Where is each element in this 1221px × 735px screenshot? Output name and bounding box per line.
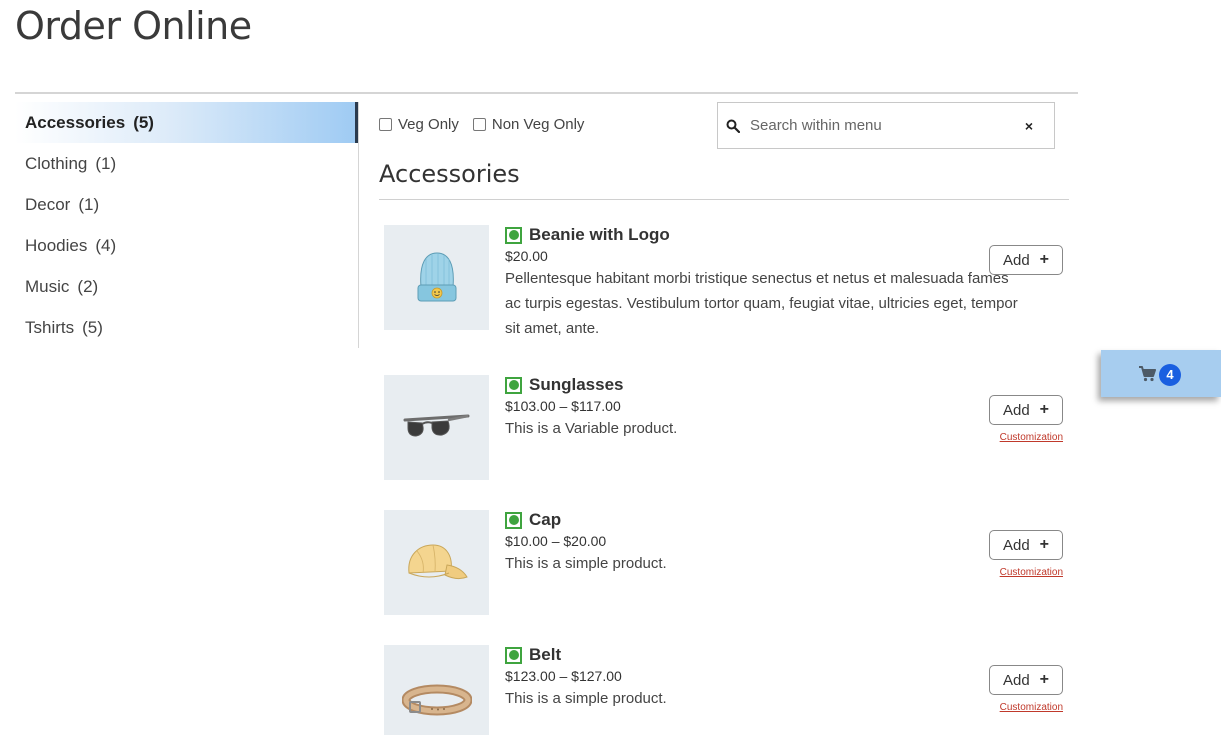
- cart-icon: [1139, 365, 1156, 381]
- plus-icon: +: [1039, 401, 1050, 418]
- sidebar-item-count: (1): [95, 153, 117, 173]
- non-veg-only-label: Non Veg Only: [491, 116, 585, 133]
- sidebar-item-count: (2): [77, 276, 99, 296]
- floating-cart-button[interactable]: 4: [1101, 350, 1221, 397]
- veg-indicator-icon: [505, 376, 522, 394]
- product-name[interactable]: Belt: [529, 645, 561, 665]
- product-name[interactable]: Sunglasses: [529, 375, 624, 395]
- sidebar-item-music[interactable]: Music (2): [15, 266, 358, 307]
- sidebar-item-label: Tshirts: [25, 317, 75, 337]
- sidebar-item-label: Clothing: [25, 153, 88, 173]
- product-description: Pellentesque habitant morbi tristique se…: [505, 270, 1018, 337]
- sidebar-item-decor[interactable]: Decor (1): [15, 184, 358, 225]
- add-button[interactable]: Add +: [989, 395, 1063, 425]
- search-icon: [726, 119, 740, 133]
- product-thumbnail[interactable]: [384, 645, 489, 735]
- section-title: Accessories: [379, 160, 520, 188]
- add-button-label: Add: [1002, 251, 1030, 269]
- product-info: Cap $10.00 – $20.00 This is a simple pro…: [505, 510, 1025, 576]
- sidebar-item-count: (5): [133, 112, 154, 132]
- veg-only-label: Veg Only: [398, 116, 459, 133]
- product-description: This is a Variable product.: [505, 420, 678, 437]
- product-description: This is a simple product.: [505, 690, 667, 707]
- veg-indicator-icon: [505, 646, 522, 664]
- menu-search: ×: [717, 102, 1055, 149]
- add-button[interactable]: Add +: [989, 665, 1063, 695]
- plus-icon: +: [1039, 251, 1050, 268]
- product-item: Sunglasses $103.00 – $117.00 This is a V…: [384, 375, 1064, 485]
- sidebar-item-tshirts[interactable]: Tshirts (5): [15, 307, 358, 348]
- sidebar-item-count: (4): [95, 235, 117, 255]
- header-divider: [15, 92, 1078, 94]
- veg-indicator-icon: [505, 226, 522, 244]
- sidebar-item-label: Music: [25, 276, 70, 296]
- product-description: This is a simple product.: [505, 555, 667, 572]
- sidebar-item-count: (1): [78, 194, 100, 214]
- sidebar-item-count: (5): [82, 317, 103, 337]
- product-thumbnail[interactable]: [384, 510, 489, 615]
- non-veg-only-checkbox[interactable]: [472, 118, 486, 131]
- product-price: $20.00: [505, 248, 548, 264]
- category-sidebar: Accessories (5) Clothing (1) Decor (1) H…: [15, 102, 359, 348]
- product-item: Belt $123.00 – $127.00 This is a simple …: [384, 645, 1064, 735]
- veg-only-filter[interactable]: Veg Only: [379, 116, 459, 133]
- cap-image: [407, 543, 468, 579]
- sidebar-item-hoodies[interactable]: Hoodies (4): [15, 225, 358, 266]
- product-name[interactable]: Beanie with Logo: [529, 225, 670, 245]
- sidebar-item-label: Decor: [25, 194, 71, 214]
- product-item: Cap $10.00 – $20.00 This is a simple pro…: [384, 510, 1064, 620]
- add-button-label: Add: [1002, 536, 1030, 554]
- sidebar-item-label: Accessories: [25, 112, 126, 132]
- plus-icon: +: [1039, 671, 1050, 688]
- add-button[interactable]: Add +: [989, 530, 1063, 560]
- plus-icon: +: [1039, 536, 1050, 553]
- veg-indicator-icon: [505, 511, 522, 529]
- veg-only-checkbox[interactable]: [379, 118, 392, 131]
- cart-count-badge: 4: [1159, 363, 1181, 386]
- diet-filters: Veg Only Non Veg Only: [379, 116, 598, 133]
- non-veg-only-filter[interactable]: Non Veg Only: [472, 116, 585, 133]
- search-input[interactable]: [750, 117, 1016, 134]
- product-price: $123.00 – $127.00: [505, 668, 622, 684]
- sunglasses-image: [403, 414, 469, 437]
- sidebar-item-accessories[interactable]: Accessories (5): [15, 102, 358, 143]
- product-thumbnail[interactable]: [384, 375, 489, 480]
- customization-link[interactable]: Customization: [1000, 567, 1063, 578]
- customization-link[interactable]: Customization: [1000, 702, 1063, 713]
- product-info: Beanie with Logo $20.00 Pellentesque hab…: [505, 225, 1025, 341]
- product-name[interactable]: Cap: [529, 510, 561, 530]
- product-item: Beanie with Logo $20.00 Pellentesque hab…: [384, 225, 1064, 355]
- product-price: $103.00 – $117.00: [505, 398, 621, 414]
- product-price: $10.00 – $20.00: [505, 533, 607, 549]
- section-divider: [379, 199, 1069, 200]
- product-thumbnail[interactable]: [384, 225, 489, 330]
- add-button[interactable]: Add +: [989, 245, 1063, 275]
- product-info: Belt $123.00 – $127.00 This is a simple …: [505, 645, 1025, 711]
- sidebar-item-label: Hoodies: [25, 235, 88, 255]
- sidebar-item-clothing[interactable]: Clothing (1): [15, 143, 358, 184]
- clear-search-icon[interactable]: ×: [1016, 118, 1042, 134]
- product-info: Sunglasses $103.00 – $117.00 This is a V…: [505, 375, 1025, 441]
- belt-image: [401, 684, 472, 715]
- beanie-image: [417, 251, 456, 301]
- add-button-label: Add: [1002, 671, 1030, 689]
- add-button-label: Add: [1002, 401, 1030, 419]
- page-title: Order Online: [15, 4, 252, 48]
- customization-link[interactable]: Customization: [1000, 432, 1063, 443]
